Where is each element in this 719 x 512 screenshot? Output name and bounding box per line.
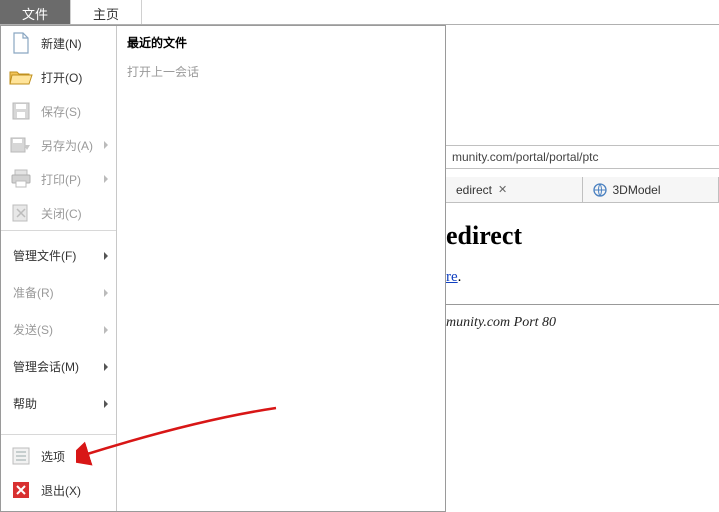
menu-label: 保存(S) xyxy=(41,103,108,120)
chevron-right-icon xyxy=(104,400,108,408)
chevron-right-icon xyxy=(104,289,108,297)
menu-new[interactable]: 新建(N) xyxy=(1,26,116,60)
browser-tab-1[interactable]: edirect ✕ xyxy=(446,177,583,202)
page-link[interactable]: re xyxy=(446,269,458,285)
menu-label: 另存为(A) xyxy=(41,137,96,154)
recent-files-panel: 最近的文件 打开上一会话 xyxy=(117,26,445,511)
page-footer: munity.com Port 80 xyxy=(446,315,719,331)
menu-label: 关闭(C) xyxy=(41,205,108,222)
menu-label: 退出(X) xyxy=(41,482,108,499)
chevron-right-icon xyxy=(104,141,108,149)
save-icon xyxy=(9,100,33,122)
browser-tabs: edirect ✕ 3DModel xyxy=(446,177,719,203)
chevron-right-icon xyxy=(104,252,108,260)
menu-label: 准备(R) xyxy=(13,286,54,300)
address-bar[interactable]: munity.com/portal/portal/ptc xyxy=(446,145,719,169)
new-file-icon xyxy=(9,32,33,54)
menu-label: 帮助 xyxy=(13,397,37,411)
menu-close: 关闭(C) xyxy=(1,196,116,230)
menu-label: 选项 xyxy=(41,448,108,465)
menu-manage-sessions[interactable]: 管理会话(M) xyxy=(1,348,116,385)
exit-icon xyxy=(9,479,33,501)
background-content: munity.com/portal/portal/ptc edirect ✕ 3… xyxy=(446,25,719,512)
address-text: munity.com/portal/portal/ptc xyxy=(452,150,599,164)
options-icon xyxy=(9,445,33,467)
menu-manage-files[interactable]: 管理文件(F) xyxy=(1,237,116,274)
close-file-icon xyxy=(9,202,33,224)
chevron-right-icon xyxy=(104,175,108,183)
menu-label: 管理会话(M) xyxy=(13,360,79,374)
browser-tab-label: edirect xyxy=(456,183,492,197)
menu-open[interactable]: 打开(O) xyxy=(1,60,116,94)
menu-send: 发送(S) xyxy=(1,311,116,348)
save-as-icon xyxy=(9,134,33,156)
menu-label: 发送(S) xyxy=(13,323,53,337)
page-link-suffix: . xyxy=(458,269,462,285)
file-menu-left: 新建(N) 打开(O) 保存(S) 另存为(A) xyxy=(1,26,117,511)
chevron-right-icon xyxy=(104,363,108,371)
close-icon[interactable]: ✕ xyxy=(498,183,507,196)
page-heading: edirect xyxy=(446,221,719,251)
recent-open-last[interactable]: 打开上一会话 xyxy=(127,63,435,80)
menu-options[interactable]: 选项 xyxy=(1,439,116,473)
file-menu: 新建(N) 打开(O) 保存(S) 另存为(A) xyxy=(0,25,446,512)
menu-label: 打开(O) xyxy=(41,69,108,86)
print-icon xyxy=(9,168,33,190)
chevron-right-icon xyxy=(104,326,108,334)
menu-prepare: 准备(R) xyxy=(1,274,116,311)
menu-help[interactable]: 帮助 xyxy=(1,385,116,422)
menu-label: 打印(P) xyxy=(41,171,96,188)
folder-open-icon xyxy=(9,66,33,88)
menu-print: 打印(P) xyxy=(1,162,116,196)
globe-icon xyxy=(593,183,607,197)
tab-file[interactable]: 文件 xyxy=(0,0,71,24)
menu-label: 新建(N) xyxy=(41,35,108,52)
menu-save: 保存(S) xyxy=(1,94,116,128)
browser-tab-2[interactable]: 3DModel xyxy=(583,177,719,202)
menu-save-as: 另存为(A) xyxy=(1,128,116,162)
menu-exit[interactable]: 退出(X) xyxy=(1,473,116,507)
recent-title: 最近的文件 xyxy=(127,34,435,51)
ribbon-tabs: 文件 主页 xyxy=(0,0,719,25)
menu-label: 管理文件(F) xyxy=(13,249,76,263)
divider xyxy=(446,304,719,305)
page-body: edirect re. munity.com Port 80 xyxy=(446,203,719,512)
tab-home[interactable]: 主页 xyxy=(71,0,142,24)
browser-tab-label: 3DModel xyxy=(613,183,661,197)
